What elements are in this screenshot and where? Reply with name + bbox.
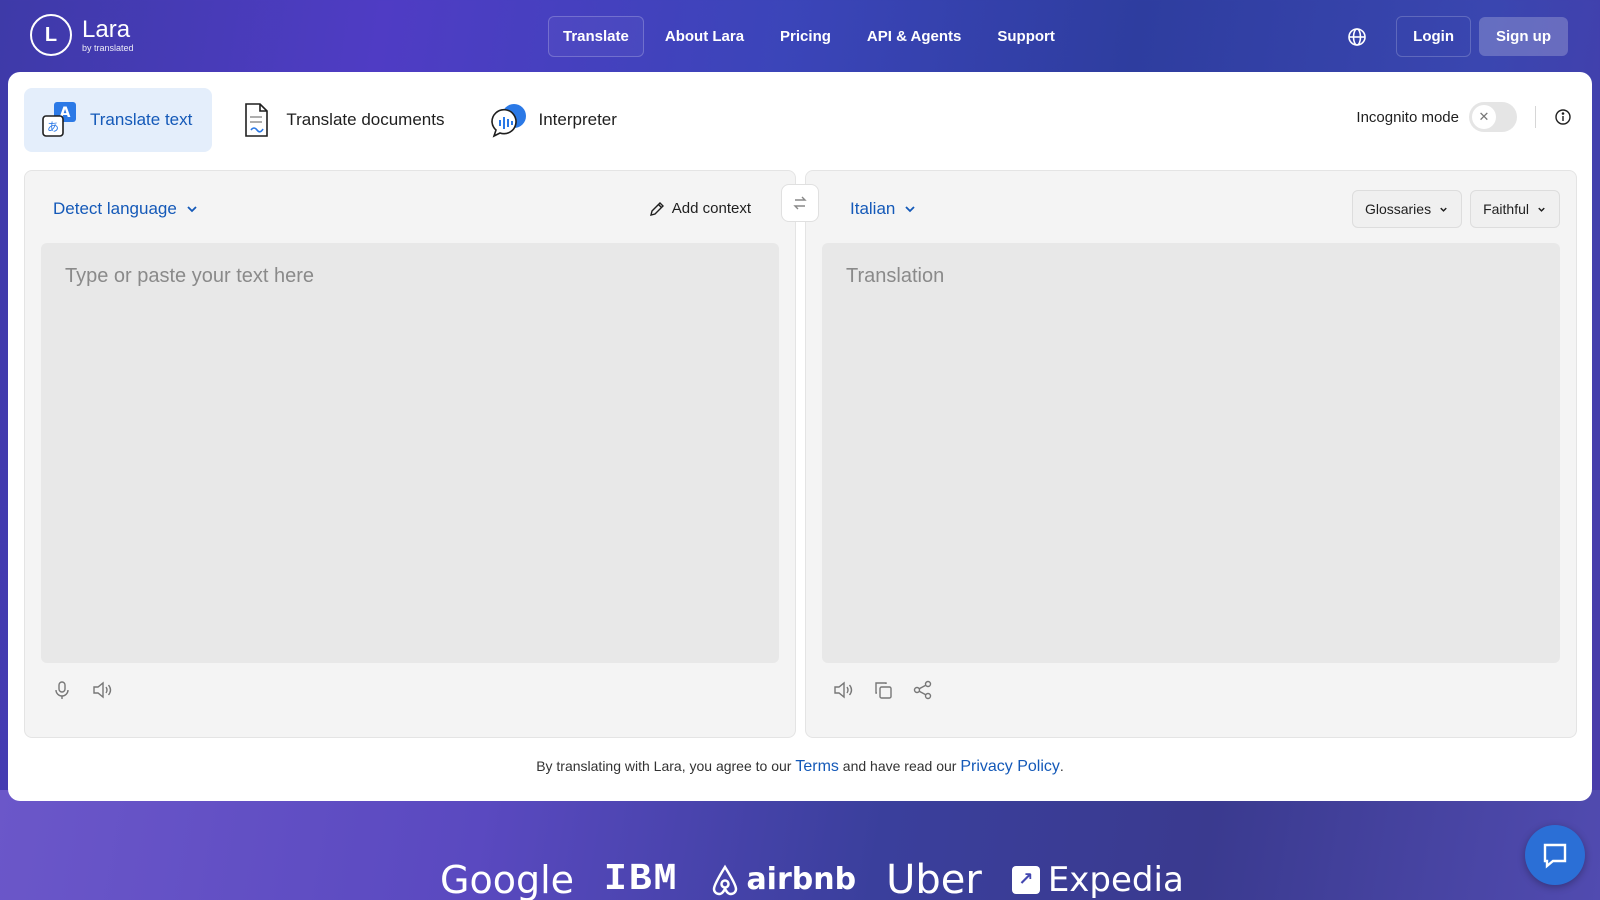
expedia-icon: ↗ — [1011, 866, 1040, 894]
incognito-control: Incognito mode ✕ — [1356, 102, 1572, 132]
glossaries-label: Glossaries — [1364, 201, 1432, 217]
signup-button[interactable]: Sign up — [1479, 17, 1568, 56]
source-placeholder: Type or paste your text here — [65, 265, 315, 287]
close-icon: ✕ — [1472, 105, 1496, 129]
lara-logo[interactable]: L Lara by translated — [30, 14, 134, 56]
chat-widget-button[interactable] — [1525, 825, 1585, 885]
target-language-select[interactable]: Italian — [850, 199, 917, 219]
privacy-policy-link[interactable]: Privacy Policy — [960, 758, 1060, 775]
logo-name: Lara — [82, 15, 131, 43]
ibm-logo: IBM — [604, 858, 679, 900]
copy-icon[interactable] — [872, 679, 894, 701]
chevron-down-icon — [905, 206, 916, 213]
main-nav: Translate About Lara Pricing API & Agent… — [548, 16, 1070, 57]
translation-output: Translation — [822, 243, 1560, 663]
microphone-icon[interactable] — [51, 679, 73, 701]
logo-tagline: by translated — [82, 42, 134, 53]
expedia-logo: ↗ Expedia — [1011, 863, 1184, 897]
airbnb-logo: airbnb — [708, 863, 856, 897]
svg-text:あ: あ — [47, 120, 59, 134]
pencil-icon — [649, 201, 664, 216]
translator-card: A あ Translate text Translate documents I… — [8, 72, 1592, 801]
target-panel: Italian Glossaries Faithful Translation — [805, 170, 1577, 738]
tab-translate-text[interactable]: A あ Translate text — [24, 88, 213, 152]
target-language-label: Italian — [850, 199, 896, 218]
chevron-down-icon — [1538, 207, 1545, 212]
info-icon[interactable] — [1554, 108, 1572, 126]
divider — [1535, 106, 1536, 128]
glossaries-dropdown[interactable]: Glossaries — [1351, 190, 1463, 228]
nav-translate[interactable]: Translate — [548, 16, 644, 57]
incognito-label: Incognito mode — [1356, 108, 1459, 126]
speaker-icon[interactable] — [91, 679, 113, 701]
source-panel: Detect language Add context Type or past… — [24, 170, 796, 738]
source-language-label: Detect language — [53, 199, 177, 218]
incognito-toggle[interactable]: ✕ — [1469, 102, 1517, 132]
swap-languages-button[interactable] — [781, 184, 819, 222]
share-icon[interactable] — [912, 679, 934, 701]
mode-tabs: A あ Translate text Translate documents I… — [24, 88, 637, 152]
chevron-down-icon — [1440, 207, 1447, 212]
globe-icon[interactable] — [1338, 18, 1376, 56]
add-context-button[interactable]: Add context — [649, 200, 751, 217]
tab-label: Interpreter — [538, 110, 617, 129]
customer-logos: Google IBM airbnb Uber ↗ Expedia — [440, 860, 1184, 900]
tab-interpreter[interactable]: Interpreter — [472, 88, 636, 152]
swap-icon — [793, 196, 807, 210]
interpreter-icon — [488, 100, 528, 140]
style-label: Faithful — [1483, 201, 1529, 217]
chevron-down-icon — [187, 206, 197, 213]
nav-api-agents[interactable]: API & Agents — [852, 16, 976, 57]
translate-text-icon: A あ — [40, 100, 80, 140]
tab-translate-documents[interactable]: Translate documents — [220, 88, 464, 152]
nav-support[interactable]: Support — [982, 16, 1070, 57]
chat-icon — [1543, 843, 1567, 869]
google-logo: Google — [440, 858, 575, 900]
document-icon — [236, 100, 276, 140]
top-header: L Lara by translated Translate About Lar… — [0, 0, 1600, 72]
translation-placeholder: Translation — [846, 265, 945, 287]
uber-logo: Uber — [886, 857, 982, 900]
tab-label: Translate documents — [286, 110, 445, 129]
nav-pricing[interactable]: Pricing — [765, 16, 846, 57]
speaker-icon[interactable] — [832, 679, 854, 701]
login-button[interactable]: Login — [1396, 16, 1471, 57]
airbnb-icon — [713, 864, 738, 896]
add-context-label: Add context — [671, 200, 751, 217]
logo-mark: L — [30, 14, 72, 56]
source-text-input[interactable]: Type or paste your text here — [41, 243, 779, 663]
legal-notice: By translating with Lara, you agree to o… — [536, 758, 1064, 775]
style-dropdown[interactable]: Faithful — [1470, 190, 1560, 228]
source-language-select[interactable]: Detect language — [53, 199, 199, 219]
tab-label: Translate text — [90, 110, 193, 129]
terms-link[interactable]: Terms — [795, 758, 839, 775]
nav-about-lara[interactable]: About Lara — [650, 16, 759, 57]
